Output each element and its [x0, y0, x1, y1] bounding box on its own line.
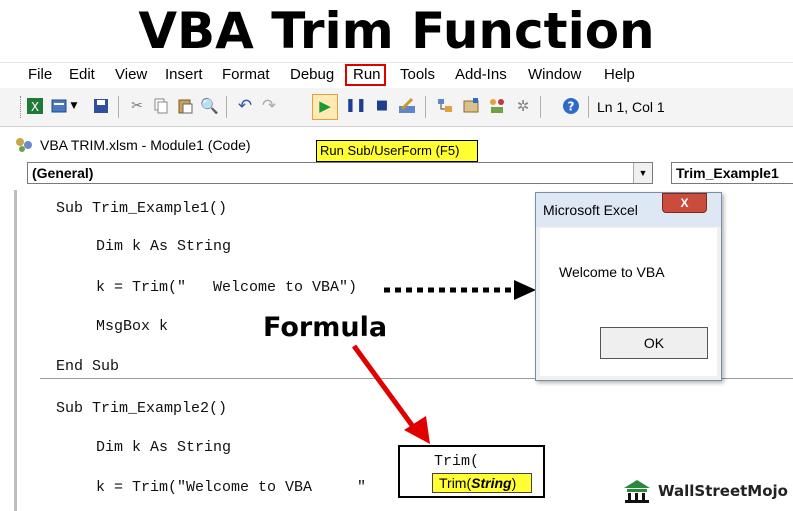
undo-icon[interactable]: ↶	[236, 97, 254, 115]
menu-edit[interactable]: Edit	[69, 66, 95, 84]
project-explorer-icon[interactable]	[436, 97, 454, 115]
page-title: VBA Trim Function	[138, 2, 655, 60]
code-line-assign1[interactable]: k = Trim(" Welcome to VBA")	[96, 279, 357, 297]
svg-text:?: ?	[568, 100, 575, 114]
properties-window-icon[interactable]	[462, 97, 480, 115]
code-line-msgbox[interactable]: MsgBox k	[96, 318, 168, 336]
cut-icon[interactable]: ✂	[128, 97, 146, 115]
typed-function: Trim(	[434, 453, 480, 470]
paste-icon[interactable]	[176, 97, 194, 115]
close-icon: X	[680, 196, 689, 210]
code-line-dim2[interactable]: Dim k As String	[96, 439, 231, 457]
close-button[interactable]: X	[662, 193, 707, 213]
formula-annotation: Formula	[263, 312, 388, 343]
menu-format[interactable]: Format	[222, 66, 270, 84]
menu-add-ins[interactable]: Add-Ins	[455, 66, 507, 84]
ok-button-label: OK	[643, 335, 665, 351]
code-line-dim1[interactable]: Dim k As String	[96, 238, 231, 256]
insert-module-icon[interactable]	[50, 97, 68, 115]
reset-icon[interactable]: ■	[373, 97, 391, 115]
cursor-position: Ln 1, Col 1	[597, 99, 665, 115]
chevron-down-icon[interactable]: ▼	[633, 163, 652, 183]
standard-toolbar: X ▼ ✂ 🔍 ↶ ↷ ▶ ❚❚ ■ ✲ ? Ln 1, Col 1	[0, 88, 793, 127]
logo-text: WallStreetMojo	[658, 482, 788, 500]
menu-view[interactable]: View	[115, 66, 147, 84]
dotted-arrow	[384, 280, 536, 300]
msgbox-dialog: Microsoft Excel X Welcome to VBA OK	[535, 192, 722, 381]
menu-debug[interactable]: Debug	[290, 66, 334, 84]
menu-file[interactable]: File	[28, 66, 52, 84]
menu-tools[interactable]: Tools	[400, 66, 435, 84]
hint-function: Trim(	[439, 475, 472, 491]
break-icon[interactable]: ❚❚	[345, 97, 367, 115]
run-highlight-box	[345, 64, 386, 86]
help-icon[interactable]: ?	[562, 97, 580, 115]
run-tooltip: Run Sub/UserForm (F5)	[316, 140, 478, 162]
wallstreetmojo-logo: WallStreetMojo	[622, 476, 793, 508]
copy-icon[interactable]	[152, 97, 170, 115]
design-mode-icon[interactable]	[398, 97, 416, 115]
menu-bar: File Edit View Insert Format Debug Run T…	[0, 62, 793, 87]
msgbox-message: Welcome to VBA	[559, 264, 665, 280]
code-line-sub1[interactable]: Sub Trim_Example1()	[56, 200, 227, 218]
parameter-hint: Trim(String)	[432, 473, 532, 493]
code-line-sub2[interactable]: Sub Trim_Example2()	[56, 400, 227, 418]
run-sub-icon[interactable]: ▶	[316, 97, 334, 115]
procedure-dropdown-value: Trim_Example1	[676, 165, 779, 181]
svg-text:X: X	[31, 100, 39, 114]
code-window-title: VBA TRIM.xlsm - Module1 (Code)	[40, 137, 251, 153]
ok-button[interactable]: OK	[600, 327, 708, 359]
logo-icon	[624, 480, 650, 503]
hint-argument: String	[471, 475, 512, 491]
code-line-assign2[interactable]: k = Trim("Welcome to VBA "	[96, 479, 366, 497]
redo-icon[interactable]: ↷	[260, 97, 278, 115]
procedure-dropdown[interactable]: Trim_Example1	[671, 162, 793, 184]
dropdown-arrow-icon[interactable]: ▼	[70, 97, 78, 115]
object-dropdown[interactable]: (General) ▼	[27, 162, 653, 184]
menu-help[interactable]: Help	[604, 66, 635, 84]
msgbox-title: Microsoft Excel	[543, 202, 638, 218]
excel-icon[interactable]: X	[26, 97, 44, 115]
red-arrow	[351, 344, 430, 444]
hint-close: )	[511, 475, 517, 491]
code-line-endsub[interactable]: End Sub	[56, 358, 119, 376]
vba-project-icon	[16, 138, 32, 152]
object-dropdown-value: (General)	[32, 165, 94, 181]
object-browser-icon[interactable]	[488, 97, 506, 115]
save-icon[interactable]	[92, 97, 110, 115]
find-icon[interactable]: 🔍	[200, 97, 219, 115]
toolbox-icon[interactable]: ✲	[514, 97, 532, 115]
menu-window[interactable]: Window	[528, 66, 581, 84]
menu-insert[interactable]: Insert	[165, 66, 203, 84]
